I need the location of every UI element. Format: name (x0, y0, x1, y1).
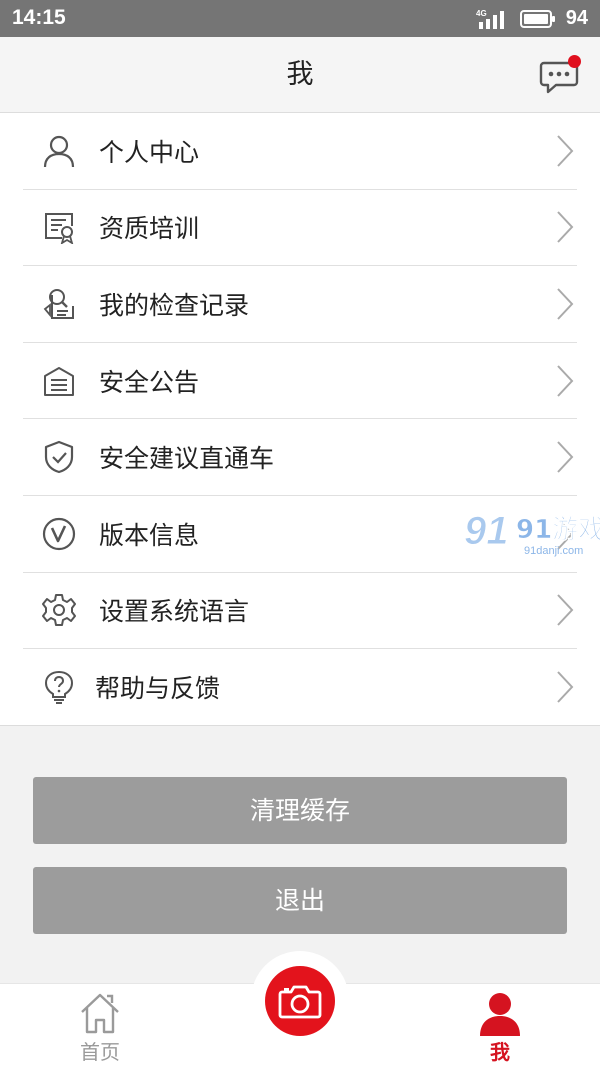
settings-gear-icon (42, 593, 76, 627)
camera-button[interactable] (265, 966, 335, 1036)
menu-item-label: 版本信息 (99, 520, 200, 550)
svg-text:91: 91 (464, 509, 509, 553)
chevron-right-icon (557, 441, 574, 473)
menu-item-label: 安全公告 (99, 367, 200, 397)
logout-button[interactable]: 退出 (33, 867, 567, 934)
network-type: 4G (476, 9, 487, 18)
menu-item-safety-announcement[interactable]: 安全公告 (23, 343, 577, 420)
unread-badge (568, 55, 581, 68)
status-time: 14:15 (12, 6, 66, 29)
announcement-icon (42, 364, 76, 398)
menu-item-label: 我的检查记录 (99, 290, 250, 320)
chevron-right-icon (557, 594, 574, 627)
chevron-right-icon (557, 671, 574, 704)
menu-list: 个人中心 资质培训 我的检查记录 安全公告 安全建议直通车 版本信息 设置系统语… (0, 113, 600, 726)
camera-icon (278, 985, 322, 1019)
menu-item-label: 帮助与反馈 (95, 674, 221, 704)
menu-item-qualification-training[interactable]: 资质培训 (23, 190, 577, 267)
menu-item-safety-suggestions[interactable]: 安全建议直通车 (23, 419, 577, 496)
tab-home[interactable]: 首页 (40, 984, 160, 1067)
tab-me-label: 我 (490, 1040, 510, 1064)
chevron-right-icon (557, 211, 574, 244)
status-bar: 14:15 4G 94 (0, 0, 600, 37)
tab-me[interactable]: 我 (440, 984, 560, 1067)
home-icon (81, 993, 119, 1034)
watermark-text: 91游戏 (516, 515, 600, 545)
watermark-site: 91danji.com (524, 545, 583, 557)
menu-item-help-feedback[interactable]: 帮助与反馈 (23, 649, 577, 726)
menu-item-label: 资质培训 (99, 214, 200, 244)
version-icon (42, 517, 76, 551)
help-bulb-icon (42, 670, 76, 705)
chevron-right-icon (557, 135, 574, 167)
menu-item-label: 安全建议直通车 (99, 444, 275, 474)
chevron-right-icon (557, 364, 574, 397)
shield-check-icon (42, 440, 76, 474)
inspection-record-icon (42, 287, 76, 321)
menu-item-inspection-records[interactable]: 我的检查记录 (23, 266, 577, 343)
clear-cache-button[interactable]: 清理缓存 (33, 777, 567, 844)
certificate-icon (42, 210, 76, 245)
person-icon (42, 134, 76, 168)
menu-item-personal-center[interactable]: 个人中心 (23, 113, 577, 190)
battery-icon (519, 9, 555, 28)
watermark-logo: 91 91游戏 91danji.com (464, 509, 600, 558)
tab-home-label: 首页 (80, 1040, 120, 1064)
user-filled-icon (480, 993, 520, 1036)
page-title: 我 (286, 59, 314, 90)
menu-item-label: 设置系统语言 (99, 597, 250, 627)
status-icons: 4G 94 (476, 6, 588, 31)
menu-item-label: 个人中心 (99, 137, 200, 167)
battery-level: 94 (565, 7, 588, 29)
chevron-right-icon (557, 288, 574, 320)
header: 我 (0, 37, 600, 113)
signal-icon: 4G (476, 9, 504, 29)
menu-item-system-language[interactable]: 设置系统语言 (23, 573, 577, 650)
